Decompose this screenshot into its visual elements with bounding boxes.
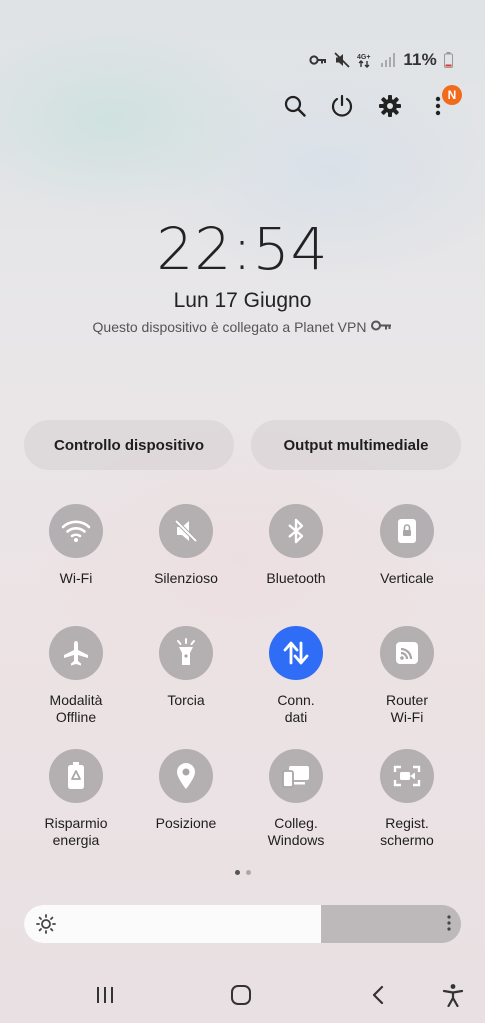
panel-actions: N (0, 85, 485, 124)
tile-label: Verticale (380, 570, 434, 586)
search-icon[interactable] (277, 88, 313, 124)
location-icon (159, 749, 213, 803)
mobile-data-icon (269, 626, 323, 680)
back-icon[interactable] (358, 975, 398, 1015)
power-icon[interactable] (324, 88, 360, 124)
tile-hotspot[interactable]: Router Wi-Fi (352, 626, 462, 726)
vpn-key-icon (309, 54, 327, 66)
vpn-notice-text: Questo dispositivo è collegato a Planet … (92, 319, 367, 335)
home-icon[interactable] (221, 975, 261, 1015)
device-control-button[interactable]: Controllo dispositivo (24, 420, 234, 470)
navigation-bar (0, 975, 485, 1015)
recent-apps-icon[interactable] (85, 975, 125, 1015)
tile-flashlight[interactable]: Torcia (131, 626, 241, 709)
battery-icon (444, 52, 453, 68)
tile-label: Risparmio energia (44, 815, 108, 848)
tile-label: Modalità Offline (49, 692, 103, 725)
airplane-icon (49, 626, 103, 680)
brightness-more-icon[interactable] (447, 914, 451, 937)
tile-airplane[interactable]: Modalità Offline (21, 626, 131, 726)
mute-icon (334, 52, 350, 68)
clock-date[interactable]: Lun 17 Giugno (0, 289, 485, 313)
tile-label: Silenzioso (154, 570, 218, 586)
screen-record-icon (380, 749, 434, 803)
tile-silent[interactable]: Silenzioso (131, 504, 241, 587)
mute-icon (159, 504, 213, 558)
tile-label: Router Wi-Fi (385, 692, 429, 725)
tile-wifi[interactable]: Wi-Fi (21, 504, 131, 587)
network-type-label: 4G+ (357, 54, 370, 61)
notification-badge: N (442, 85, 462, 105)
tile-label: Posizione (155, 815, 217, 831)
clock-time[interactable]: 22:54 (0, 215, 485, 283)
tile-label: Torcia (167, 692, 205, 708)
battery-percentage: 11% (403, 50, 437, 69)
tile-label: Conn. dati (277, 692, 315, 725)
tile-bluetooth[interactable]: Bluetooth (241, 504, 351, 587)
vpn-notice[interactable]: Questo dispositivo è collegato a Planet … (0, 319, 485, 335)
accessibility-icon[interactable] (433, 975, 473, 1015)
brightness-slider[interactable] (24, 905, 461, 943)
tile-label: Regist. schermo (380, 815, 434, 848)
tile-location[interactable]: Posizione (131, 749, 241, 832)
tile-screen-record[interactable]: Regist. schermo (352, 749, 462, 849)
media-output-button[interactable]: Output multimediale (251, 420, 461, 470)
flashlight-icon (159, 626, 213, 680)
page-dot-active (234, 870, 240, 875)
signal-icon (380, 53, 396, 67)
4g-data-icon: 4G+ (357, 52, 373, 68)
page-dot (245, 870, 251, 875)
battery-saver-icon (49, 749, 103, 803)
settings-icon[interactable] (372, 88, 408, 124)
brightness-icon (36, 914, 56, 939)
tile-power-saving[interactable]: Risparmio energia (21, 749, 131, 849)
brightness-fill (24, 905, 322, 943)
vpn-key-icon (370, 319, 392, 335)
wifi-icon (49, 504, 103, 558)
hotspot-icon (380, 626, 434, 680)
tile-portrait[interactable]: Verticale (352, 504, 462, 587)
page-indicator (0, 870, 485, 875)
tile-label: Colleg. Windows (267, 815, 325, 848)
link-windows-icon (269, 749, 323, 803)
bluetooth-icon (269, 504, 323, 558)
tile-label: Bluetooth (266, 570, 326, 586)
status-bar: 4G+ 11% (309, 50, 453, 70)
tile-mobile-data[interactable]: Conn. dati (241, 626, 351, 726)
portrait-lock-icon (380, 504, 434, 558)
tile-label: Wi-Fi (59, 570, 93, 586)
more-options-icon[interactable]: N (420, 85, 462, 124)
tile-link-windows[interactable]: Colleg. Windows (241, 749, 351, 849)
